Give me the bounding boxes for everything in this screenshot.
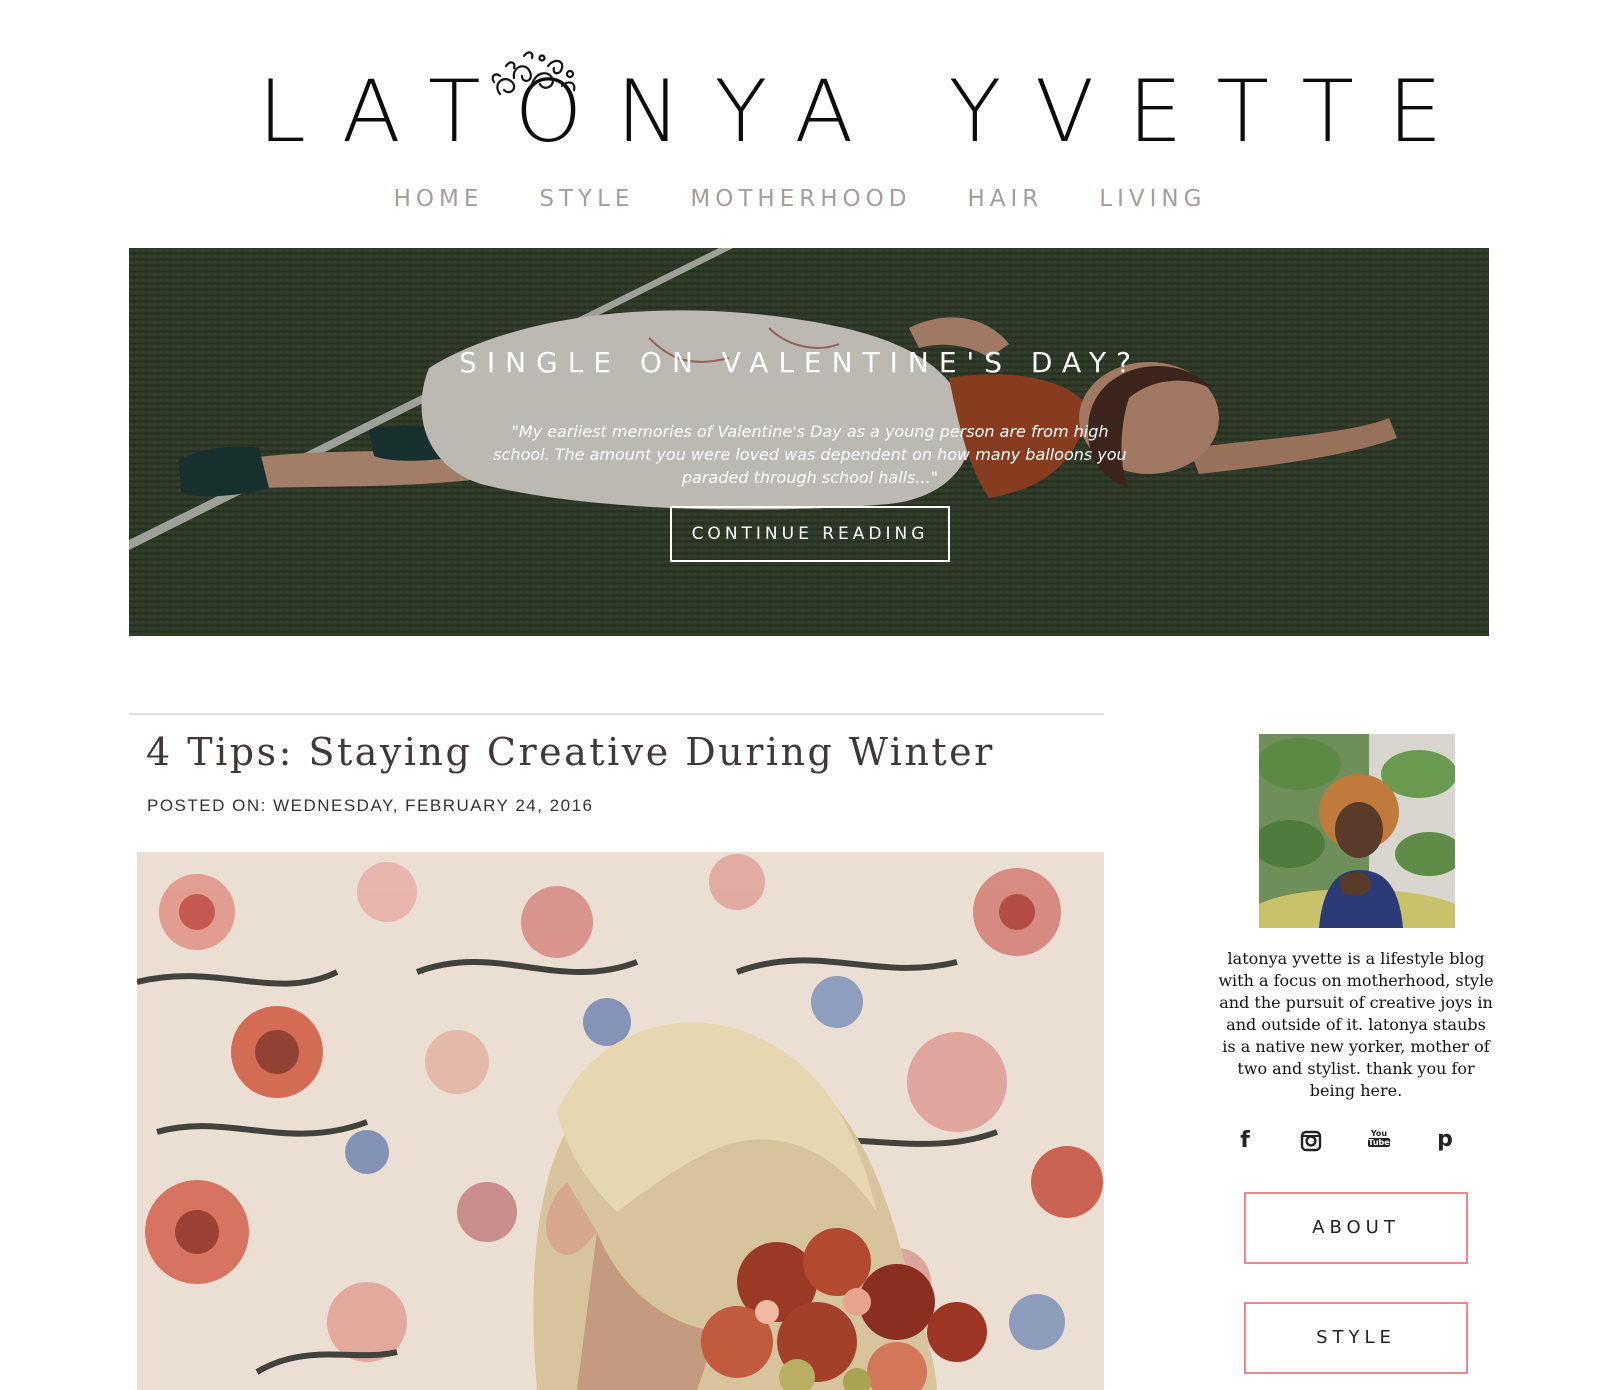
avatar-image	[1259, 734, 1455, 928]
instagram-icon[interactable]	[1296, 1126, 1326, 1156]
pinterest-glyph: p	[1437, 1127, 1453, 1152]
nav-item-living[interactable]: LIVING	[1099, 186, 1206, 212]
nav-item-home[interactable]: HOME	[394, 186, 484, 212]
post-image[interactable]	[137, 852, 1104, 1390]
nav-item-hair[interactable]: HAIR	[967, 186, 1043, 212]
hero-quote: "My earliest memories of Valentine's Day…	[493, 422, 1127, 487]
youtube-icon[interactable]: You Tube	[1364, 1126, 1394, 1156]
style-button[interactable]: STYLE	[1244, 1302, 1468, 1374]
pinterest-icon[interactable]: p	[1430, 1126, 1460, 1156]
site-logo[interactable]: LATONYA YVETTE	[258, 51, 1442, 162]
facebook-glyph: f	[1240, 1128, 1250, 1153]
logo-text: LATONYA YVETTE	[258, 62, 1477, 162]
post-date: POSTED ON: WEDNESDAY, FEBRUARY 24, 2016	[147, 796, 594, 815]
social-links: f You Tube p	[1230, 1126, 1488, 1156]
instagram-graphic	[1300, 1130, 1322, 1152]
author-bio: latonya yvette is a lifestyle blog with …	[1218, 949, 1494, 1100]
flourish-icon	[491, 51, 576, 96]
youtube-top-text: You	[1370, 1129, 1388, 1138]
continue-reading-button[interactable]: CONTINUE READING	[670, 506, 950, 562]
site-header: LATONYA YVETTE HOME STYLE MOTHERHOOD HAI…	[0, 0, 1600, 240]
post-image-graphic	[137, 852, 1104, 1390]
post-divider	[129, 713, 1104, 715]
nav-item-motherhood[interactable]: MOTHERHOOD	[690, 186, 911, 212]
nav-item-style[interactable]: STYLE	[539, 186, 634, 212]
main-nav: HOME STYLE MOTHERHOOD HAIR LIVING	[0, 186, 1600, 212]
post-title[interactable]: 4 Tips: Staying Creative During Winter	[146, 730, 995, 774]
facebook-icon[interactable]: f	[1230, 1126, 1260, 1156]
author-avatar[interactable]	[1259, 734, 1455, 928]
about-button[interactable]: ABOUT	[1244, 1192, 1468, 1264]
youtube-bottom-text: Tube	[1368, 1138, 1390, 1147]
hero-title: SINGLE ON VALENTINE'S DAY?	[459, 346, 1141, 379]
